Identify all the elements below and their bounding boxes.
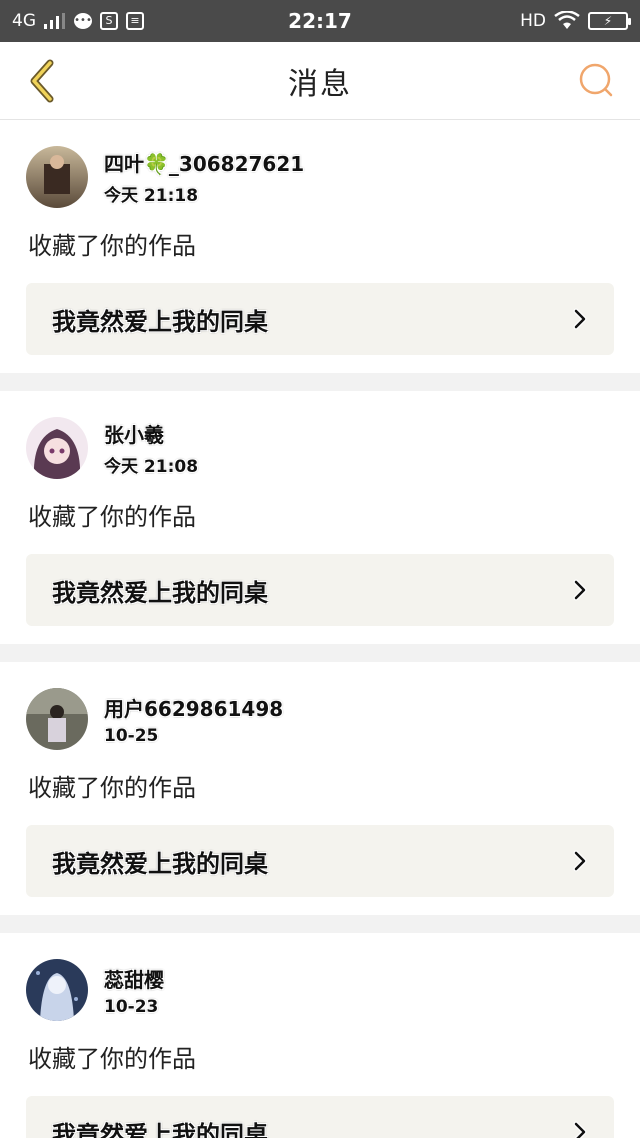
action-text: 收藏了你的作品: [28, 232, 196, 260]
message-card: 张小羲 今天 21:08 收藏了你的作品 我竟然爱上我的同桌: [0, 391, 640, 644]
avatar[interactable]: [26, 417, 88, 479]
work-link[interactable]: 我竟然爱上我的同桌: [26, 825, 614, 897]
news-notification-icon: ≡: [126, 12, 144, 30]
work-title: 我竟然爱上我的同桌: [52, 578, 268, 607]
message-feed: 四叶🍀_306827621 今天 21:18 收藏了你的作品 我竟然爱上我的同桌: [0, 120, 640, 1138]
message-time: 10-25: [104, 725, 159, 746]
message-time: 今天 21:18: [104, 186, 199, 206]
message-card: 用户6629861498 10-25 收藏了你的作品 我竟然爱上我的同桌: [0, 662, 640, 915]
user-name[interactable]: 张小羲: [104, 419, 198, 448]
message-time: 今天 21:08: [104, 457, 199, 477]
clock: 22:17: [288, 9, 352, 33]
chat-notification-icon: •••: [74, 13, 92, 29]
wifi-icon: [554, 11, 580, 29]
back-button[interactable]: [18, 56, 68, 106]
chevron-right-icon: [573, 308, 587, 330]
action-text: 收藏了你的作品: [28, 503, 196, 531]
chevron-right-icon: [573, 579, 587, 601]
chevron-right-icon: [573, 1121, 587, 1138]
message-card: 四叶🍀_306827621 今天 21:18 收藏了你的作品 我竟然爱上我的同桌: [0, 120, 640, 373]
action-text: 收藏了你的作品: [28, 1045, 196, 1073]
avatar[interactable]: [26, 959, 88, 1021]
signal-icon: [44, 13, 65, 29]
network-label: 4G: [12, 11, 36, 31]
page-title: 消息: [288, 66, 352, 102]
app-notification-icon: S: [100, 12, 118, 30]
action-text: 收藏了你的作品: [28, 774, 196, 802]
status-bar: 4G ••• S ≡ 22:17 HD ⚡: [0, 0, 640, 42]
search-button[interactable]: [572, 56, 622, 106]
chevron-right-icon: [573, 850, 587, 872]
message-card: 蕊甜樱 10-23 收藏了你的作品 我竟然爱上我的同桌: [0, 933, 640, 1138]
work-title: 我竟然爱上我的同桌: [52, 1120, 268, 1138]
back-chevron-icon: [30, 59, 54, 102]
nav-bar: 消息: [0, 42, 640, 120]
work-link[interactable]: 我竟然爱上我的同桌: [26, 1096, 614, 1138]
user-name[interactable]: 用户6629861498: [104, 693, 283, 722]
avatar[interactable]: [26, 688, 88, 750]
user-name[interactable]: 蕊甜樱: [104, 964, 164, 993]
work-link[interactable]: 我竟然爱上我的同桌: [26, 554, 614, 626]
work-title: 我竟然爱上我的同桌: [52, 307, 268, 336]
avatar[interactable]: [26, 146, 88, 208]
user-name[interactable]: 四叶🍀_306827621: [104, 148, 304, 177]
message-time: 10-23: [104, 996, 159, 1017]
work-link[interactable]: 我竟然爱上我的同桌: [26, 283, 614, 355]
hd-label: HD: [520, 11, 546, 31]
search-icon: [579, 63, 613, 96]
work-title: 我竟然爱上我的同桌: [52, 849, 268, 878]
battery-icon: ⚡: [588, 12, 631, 30]
